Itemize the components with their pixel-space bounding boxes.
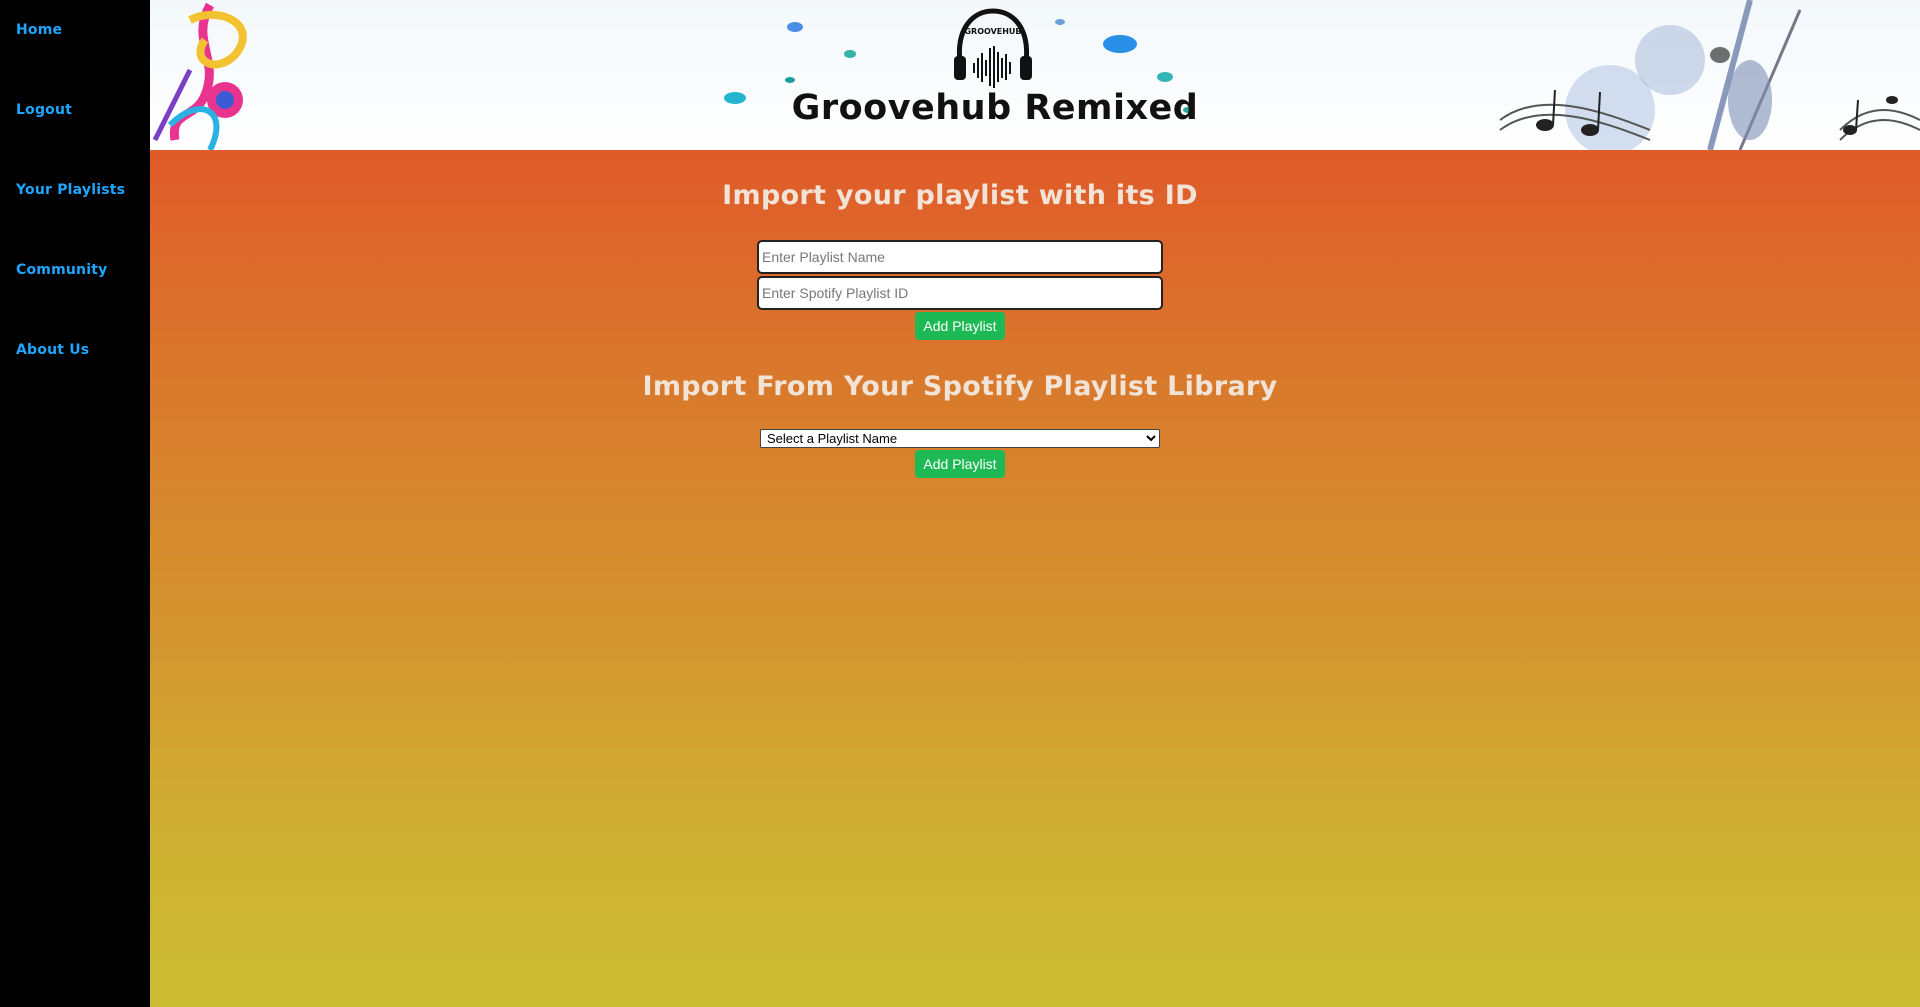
nav-your-playlists[interactable]: Your Playlists [16, 182, 125, 198]
logo-text: GROOVEHUB [964, 27, 1021, 36]
site-title: Groovehub Remixed [791, 88, 1199, 128]
spotify-playlist-id-input[interactable] [757, 276, 1163, 310]
nav-home[interactable]: Home [16, 22, 62, 38]
playlist-library-select[interactable]: Select a Playlist Name [760, 429, 1160, 448]
nav-logout[interactable]: Logout [16, 102, 72, 118]
nav-community[interactable]: Community [16, 262, 107, 278]
add-playlist-by-id-button[interactable]: Add Playlist [915, 312, 1005, 340]
playlist-name-input[interactable] [757, 240, 1163, 274]
nav-about-us[interactable]: About Us [16, 342, 89, 358]
header-banner: GROOVEHUB Groovehub Remixed [150, 0, 1920, 150]
add-playlist-from-library-button[interactable]: Add Playlist [915, 450, 1005, 478]
import-library-title: Import From Your Spotify Playlist Librar… [642, 371, 1278, 402]
import-by-id-title: Import your playlist with its ID [722, 180, 1198, 211]
main-content: Import your playlist with its ID Add Pla… [150, 150, 1920, 1007]
headphones-logo-icon: GROOVEHUB [954, 8, 1032, 88]
sidebar: Home Logout Your Playlists Community Abo… [0, 0, 150, 1007]
